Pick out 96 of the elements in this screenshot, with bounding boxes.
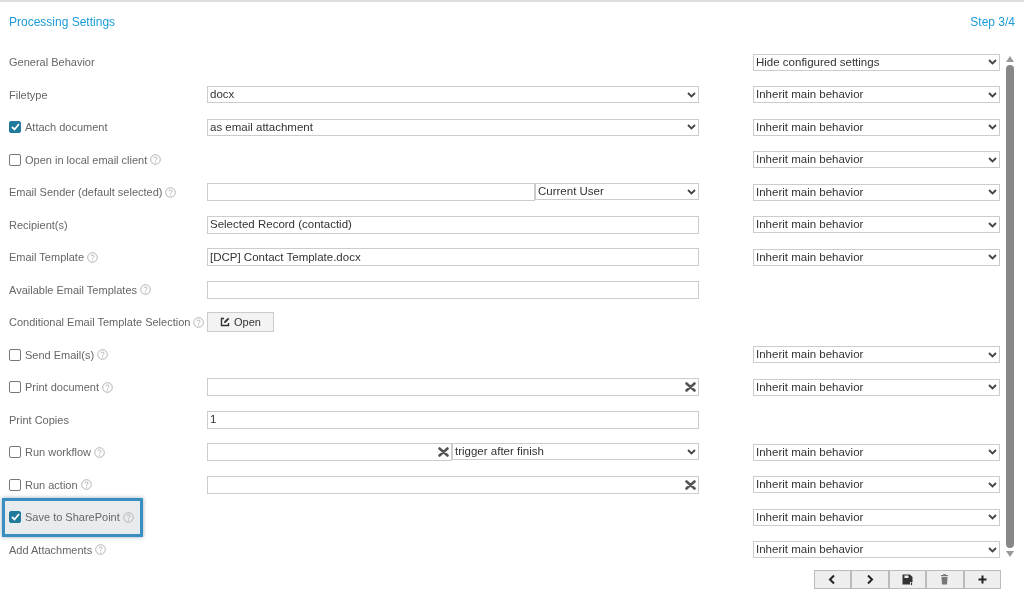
- clear-icon[interactable]: [438, 447, 449, 458]
- save-button[interactable]: [888, 570, 926, 589]
- chevron-down-icon: [988, 254, 997, 261]
- search-field[interactable]: [207, 443, 452, 462]
- chevron-down-icon: [988, 91, 997, 98]
- scroll-down-icon[interactable]: [1006, 551, 1014, 557]
- field-label: Send Email(s): [25, 347, 95, 363]
- help-icon[interactable]: [97, 349, 109, 361]
- chevron-down-icon: [988, 546, 997, 553]
- chevron-down-icon: [687, 448, 696, 455]
- help-icon[interactable]: [94, 446, 106, 458]
- checkbox[interactable]: [9, 478, 21, 491]
- chevron-down-icon: [687, 124, 696, 131]
- chevron-down-icon: [988, 156, 997, 163]
- search-field[interactable]: [207, 475, 699, 494]
- add-button[interactable]: [963, 570, 1001, 589]
- field-label: Open in local email client: [25, 152, 148, 168]
- chevron-down-icon: [687, 188, 696, 195]
- open-button[interactable]: Open: [207, 312, 274, 333]
- scroll-up-icon[interactable]: [1006, 56, 1014, 62]
- behavior-dropdown[interactable]: Inherit main behavior: [753, 508, 1000, 526]
- behavior-dropdown[interactable]: Inherit main behavior: [753, 86, 1000, 104]
- save-icon: [901, 574, 913, 585]
- behavior-dropdown[interactable]: Inherit main behavior: [753, 346, 1000, 364]
- behavior-dropdown[interactable]: Inherit main behavior: [753, 378, 1000, 396]
- clear-icon[interactable]: [685, 382, 696, 393]
- behavior-dropdown[interactable]: Inherit main behavior: [753, 541, 1000, 559]
- dropdown[interactable]: as email attachment: [207, 118, 699, 136]
- search-field[interactable]: [207, 378, 699, 397]
- help-icon[interactable]: [102, 381, 113, 393]
- input-field[interactable]: [207, 280, 699, 299]
- field-label: Email Template: [9, 250, 84, 265]
- field-label: Add Attachments: [9, 542, 93, 558]
- scrollbar-thumb[interactable]: [1006, 65, 1014, 548]
- chevron-down-icon: [687, 91, 696, 98]
- clear-icon[interactable]: [685, 479, 696, 490]
- chevron-down-icon: [988, 124, 997, 131]
- chevron-down-icon: [988, 514, 997, 521]
- behavior-dropdown[interactable]: Inherit main behavior: [753, 443, 1000, 461]
- help-icon[interactable]: [193, 316, 205, 328]
- chevron-down-icon: [988, 449, 997, 456]
- field-label: Attach document: [25, 120, 108, 135]
- checkbox[interactable]: [9, 381, 21, 394]
- chevron-down-icon: [988, 189, 997, 196]
- next-button[interactable]: [851, 570, 889, 589]
- field-label: Run action: [25, 477, 78, 493]
- chevron-down-icon: [988, 384, 997, 391]
- add-icon: [976, 574, 988, 585]
- chevron-down-icon: [988, 351, 997, 358]
- section-title: Processing Settings: [9, 14, 116, 31]
- behavior-dropdown[interactable]: Inherit main behavior: [753, 151, 1000, 169]
- check-icon: [10, 123, 20, 132]
- checkbox[interactable]: [9, 153, 21, 166]
- field-label: Run workflow: [25, 445, 92, 460]
- behavior-dropdown[interactable]: Inherit main behavior: [753, 118, 1000, 136]
- help-icon[interactable]: [165, 186, 177, 198]
- behavior-dropdown[interactable]: Inherit main behavior: [753, 476, 1000, 494]
- field-label: Recipient(s): [9, 217, 68, 233]
- chevron-down-icon: [988, 481, 997, 488]
- field-label: Email Sender (default selected): [9, 185, 163, 200]
- previous-button[interactable]: [813, 570, 851, 589]
- help-icon[interactable]: [140, 284, 151, 296]
- input-field[interactable]: [DCP] Contact Template.docx: [207, 248, 699, 267]
- input-field[interactable]: [207, 183, 535, 202]
- help-icon[interactable]: [87, 251, 98, 263]
- check-icon: [10, 513, 20, 522]
- input-field[interactable]: 1: [207, 410, 699, 429]
- help-icon[interactable]: [122, 511, 134, 523]
- checkbox[interactable]: [9, 121, 21, 134]
- help-icon[interactable]: [95, 544, 107, 556]
- checkbox[interactable]: [9, 511, 21, 524]
- delete-button[interactable]: [926, 570, 964, 589]
- field-label: Filetype: [9, 87, 48, 103]
- checkbox[interactable]: [9, 348, 21, 361]
- field-label: Print document: [25, 380, 99, 395]
- chevron-down-icon: [988, 59, 997, 66]
- step-indicator: Step 3/4: [970, 14, 1015, 31]
- help-icon[interactable]: [80, 479, 92, 491]
- trash-icon: [939, 574, 951, 585]
- help-icon[interactable]: [150, 154, 162, 166]
- edit-icon: [220, 317, 230, 328]
- checkbox[interactable]: [9, 446, 21, 459]
- input-field[interactable]: Selected Record (contactid): [207, 215, 699, 234]
- field-label: General Behavior: [9, 55, 95, 70]
- dropdown[interactable]: docx: [207, 86, 699, 104]
- behavior-dropdown[interactable]: Inherit main behavior: [753, 248, 1000, 266]
- field-label: Available Email Templates: [9, 282, 137, 298]
- dropdown[interactable]: trigger after finish: [452, 443, 699, 461]
- behavior-dropdown[interactable]: Inherit main behavior: [753, 216, 1000, 234]
- behavior-dropdown[interactable]: Inherit main behavior: [753, 183, 1000, 201]
- field-label: Save to SharePoint: [25, 510, 120, 525]
- field-label: Print Copies: [9, 412, 69, 428]
- chevron-down-icon: [988, 221, 997, 228]
- behavior-dropdown[interactable]: Hide configured settings: [753, 53, 1000, 71]
- field-label: Conditional Email Template Selection: [9, 315, 191, 330]
- dropdown[interactable]: Current User: [535, 183, 699, 201]
